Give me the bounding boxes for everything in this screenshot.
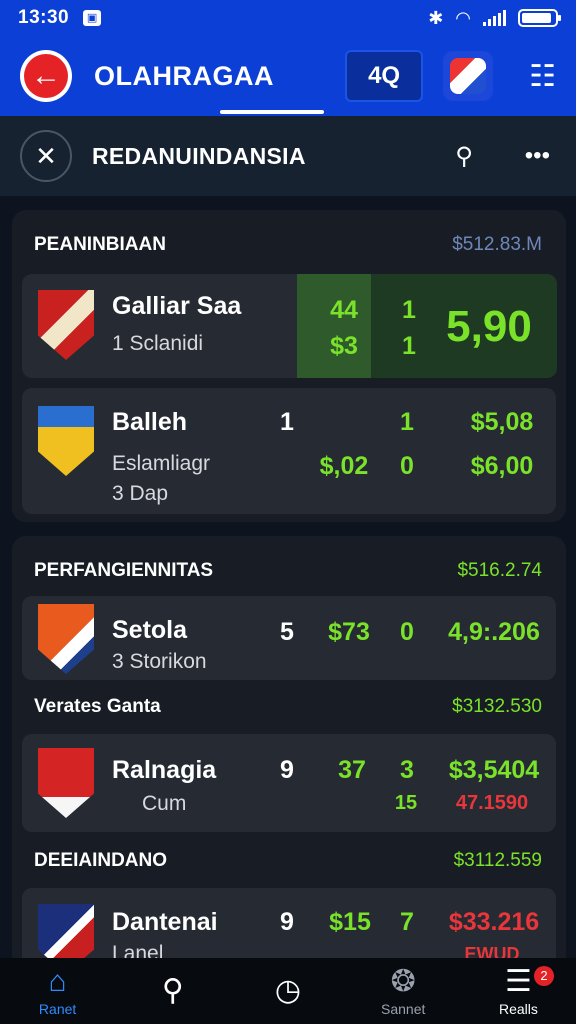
section-value: $3112.559 bbox=[453, 850, 542, 871]
team-sub: Cum bbox=[142, 792, 187, 815]
stat-value: $15 bbox=[329, 908, 371, 936]
team-crest-icon bbox=[38, 748, 94, 818]
search-settings-icon[interactable]: ⚲ bbox=[455, 142, 473, 171]
grid-menu-icon[interactable]: ☷ bbox=[529, 59, 556, 94]
more-icon[interactable]: ••• bbox=[525, 142, 550, 171]
wifi-icon: ◠ bbox=[455, 7, 471, 28]
close-button[interactable]: ✕ bbox=[20, 130, 72, 182]
team-crest-icon bbox=[38, 604, 94, 674]
nav-list[interactable]: ☰ Realls 2 bbox=[461, 958, 576, 1024]
stat-value: 9 bbox=[280, 908, 294, 936]
stat-value: 0 bbox=[400, 618, 414, 646]
nav-group[interactable]: ❂ Sannet bbox=[346, 958, 461, 1024]
nav-home[interactable]: ⌂ Ranet bbox=[0, 958, 115, 1024]
stat-value: 1 bbox=[400, 408, 414, 436]
list-icon: ☰ bbox=[504, 965, 532, 998]
section-value: $512.83.M bbox=[452, 234, 542, 255]
team-name: Balleh bbox=[112, 408, 188, 436]
stat-value: $,02 bbox=[319, 452, 369, 480]
back-button[interactable]: ← bbox=[20, 50, 72, 102]
section-panel: PERFANGIENNITAS $516.2.74 Setola 3 Stori… bbox=[12, 536, 566, 976]
team-sub: 1 Sclanidi bbox=[112, 332, 204, 355]
stat-value: 3 bbox=[400, 756, 414, 784]
table-row[interactable]: Ralnagia Cum 9 37 3 $3,5404 15 47.1590 bbox=[22, 734, 556, 832]
stat-value: 5 bbox=[280, 618, 294, 646]
section-panel: PEANINBIAAN $512.83.M Galliar Saa 1 Scla… bbox=[12, 210, 566, 522]
notification-icon: ▣ bbox=[83, 10, 102, 26]
big-odds-value: 5,90 bbox=[446, 302, 532, 351]
back-arrow-icon: ← bbox=[24, 54, 68, 98]
stat-value: $73 bbox=[328, 618, 370, 646]
nav-label: Ranet bbox=[38, 1001, 77, 1017]
table-row[interactable]: Balleh Eslamliagr 3 Dap 1 1 $5,08 $,02 0… bbox=[22, 388, 556, 514]
team-name: Ralnagia bbox=[112, 756, 217, 784]
stat-value: 1 bbox=[402, 332, 416, 360]
team-name: Setola bbox=[112, 616, 188, 644]
nav-label: Realls bbox=[498, 1001, 538, 1017]
team-crest-icon bbox=[38, 290, 94, 360]
odds-value: $33.216 bbox=[448, 908, 540, 936]
app-bar: ← OLAHRAGAA 4Q ☷ bbox=[0, 36, 576, 116]
nav-clock[interactable]: ◷ bbox=[230, 958, 345, 1024]
team-sub: 3 Storikon bbox=[112, 650, 207, 673]
odds-value: 4,9:.206 bbox=[448, 618, 540, 646]
stat-value: 37 bbox=[338, 756, 366, 784]
stat-value: 1 bbox=[402, 296, 416, 324]
section-value: $3132.530 bbox=[452, 696, 542, 717]
nav-label: Sannet bbox=[381, 1001, 426, 1017]
bluetooth-icon: ✱ bbox=[428, 7, 444, 28]
odds-value: 47.1590 bbox=[455, 792, 529, 814]
odds-value: $3,5404 bbox=[448, 756, 540, 784]
stat-value: 9 bbox=[280, 756, 294, 784]
search-icon: ⚲ bbox=[161, 974, 184, 1007]
section-header: DEEIAINDANO bbox=[34, 850, 168, 871]
clock-icon: ◷ bbox=[274, 974, 302, 1007]
section-header: Verates Ganta bbox=[34, 696, 161, 717]
odds-value: $6,00 bbox=[470, 452, 534, 480]
table-row[interactable]: Galliar Saa 1 Sclanidi 44 $3 1 1 5,90 bbox=[22, 274, 557, 378]
battery-icon bbox=[518, 9, 561, 27]
crest-icon bbox=[450, 58, 487, 94]
notification-badge: 2 bbox=[534, 966, 555, 986]
odds-value: $5,08 bbox=[470, 408, 534, 436]
team-sub: Eslamliagr bbox=[112, 452, 211, 475]
team-name: Galliar Saa bbox=[112, 292, 242, 320]
stat-value: 1 bbox=[280, 408, 294, 436]
section-value: $516.2.74 bbox=[457, 560, 542, 581]
tab-indicator bbox=[220, 110, 324, 114]
nav-search[interactable]: ⚲ bbox=[115, 958, 230, 1024]
signal-icon bbox=[483, 10, 506, 26]
stat-value: 0 bbox=[400, 452, 414, 480]
table-row[interactable]: Setola 3 Storikon 5 $73 0 4,9:.206 bbox=[22, 596, 556, 680]
team-name: Dantenai bbox=[112, 908, 218, 936]
section-header: PEANINBIAAN bbox=[34, 234, 166, 255]
bottom-nav: ⌂ Ranet ⚲ ◷ ❂ Sannet ☰ Realls 2 bbox=[0, 958, 576, 1024]
status-bar: 13:30 ▣ ✱ ◠ bbox=[0, 0, 576, 36]
section-header: PERFANGIENNITAS bbox=[34, 560, 214, 581]
sub-header-title: REDANUINDANSIA bbox=[92, 142, 306, 169]
home-icon: ⌂ bbox=[48, 965, 67, 998]
team-crest-icon bbox=[38, 406, 94, 476]
status-time: 13:30 bbox=[18, 7, 70, 28]
stat-value: 15 bbox=[394, 792, 418, 814]
team-sub-2: 3 Dap bbox=[112, 482, 169, 505]
status-icons: ✱ ◠ bbox=[428, 7, 561, 29]
group-icon: ❂ bbox=[390, 965, 416, 998]
stat-value: $3 bbox=[330, 332, 358, 360]
stat-value: 44 bbox=[330, 296, 358, 324]
app-title: OLAHRAGAA bbox=[94, 60, 274, 91]
stat-value: 7 bbox=[400, 908, 414, 936]
team-logo-button[interactable] bbox=[443, 51, 494, 101]
highlight-cell bbox=[297, 274, 371, 378]
sub-header: ✕ REDANUINDANSIA ⚲ ••• bbox=[0, 116, 576, 196]
score-box[interactable]: 4Q bbox=[345, 50, 424, 102]
